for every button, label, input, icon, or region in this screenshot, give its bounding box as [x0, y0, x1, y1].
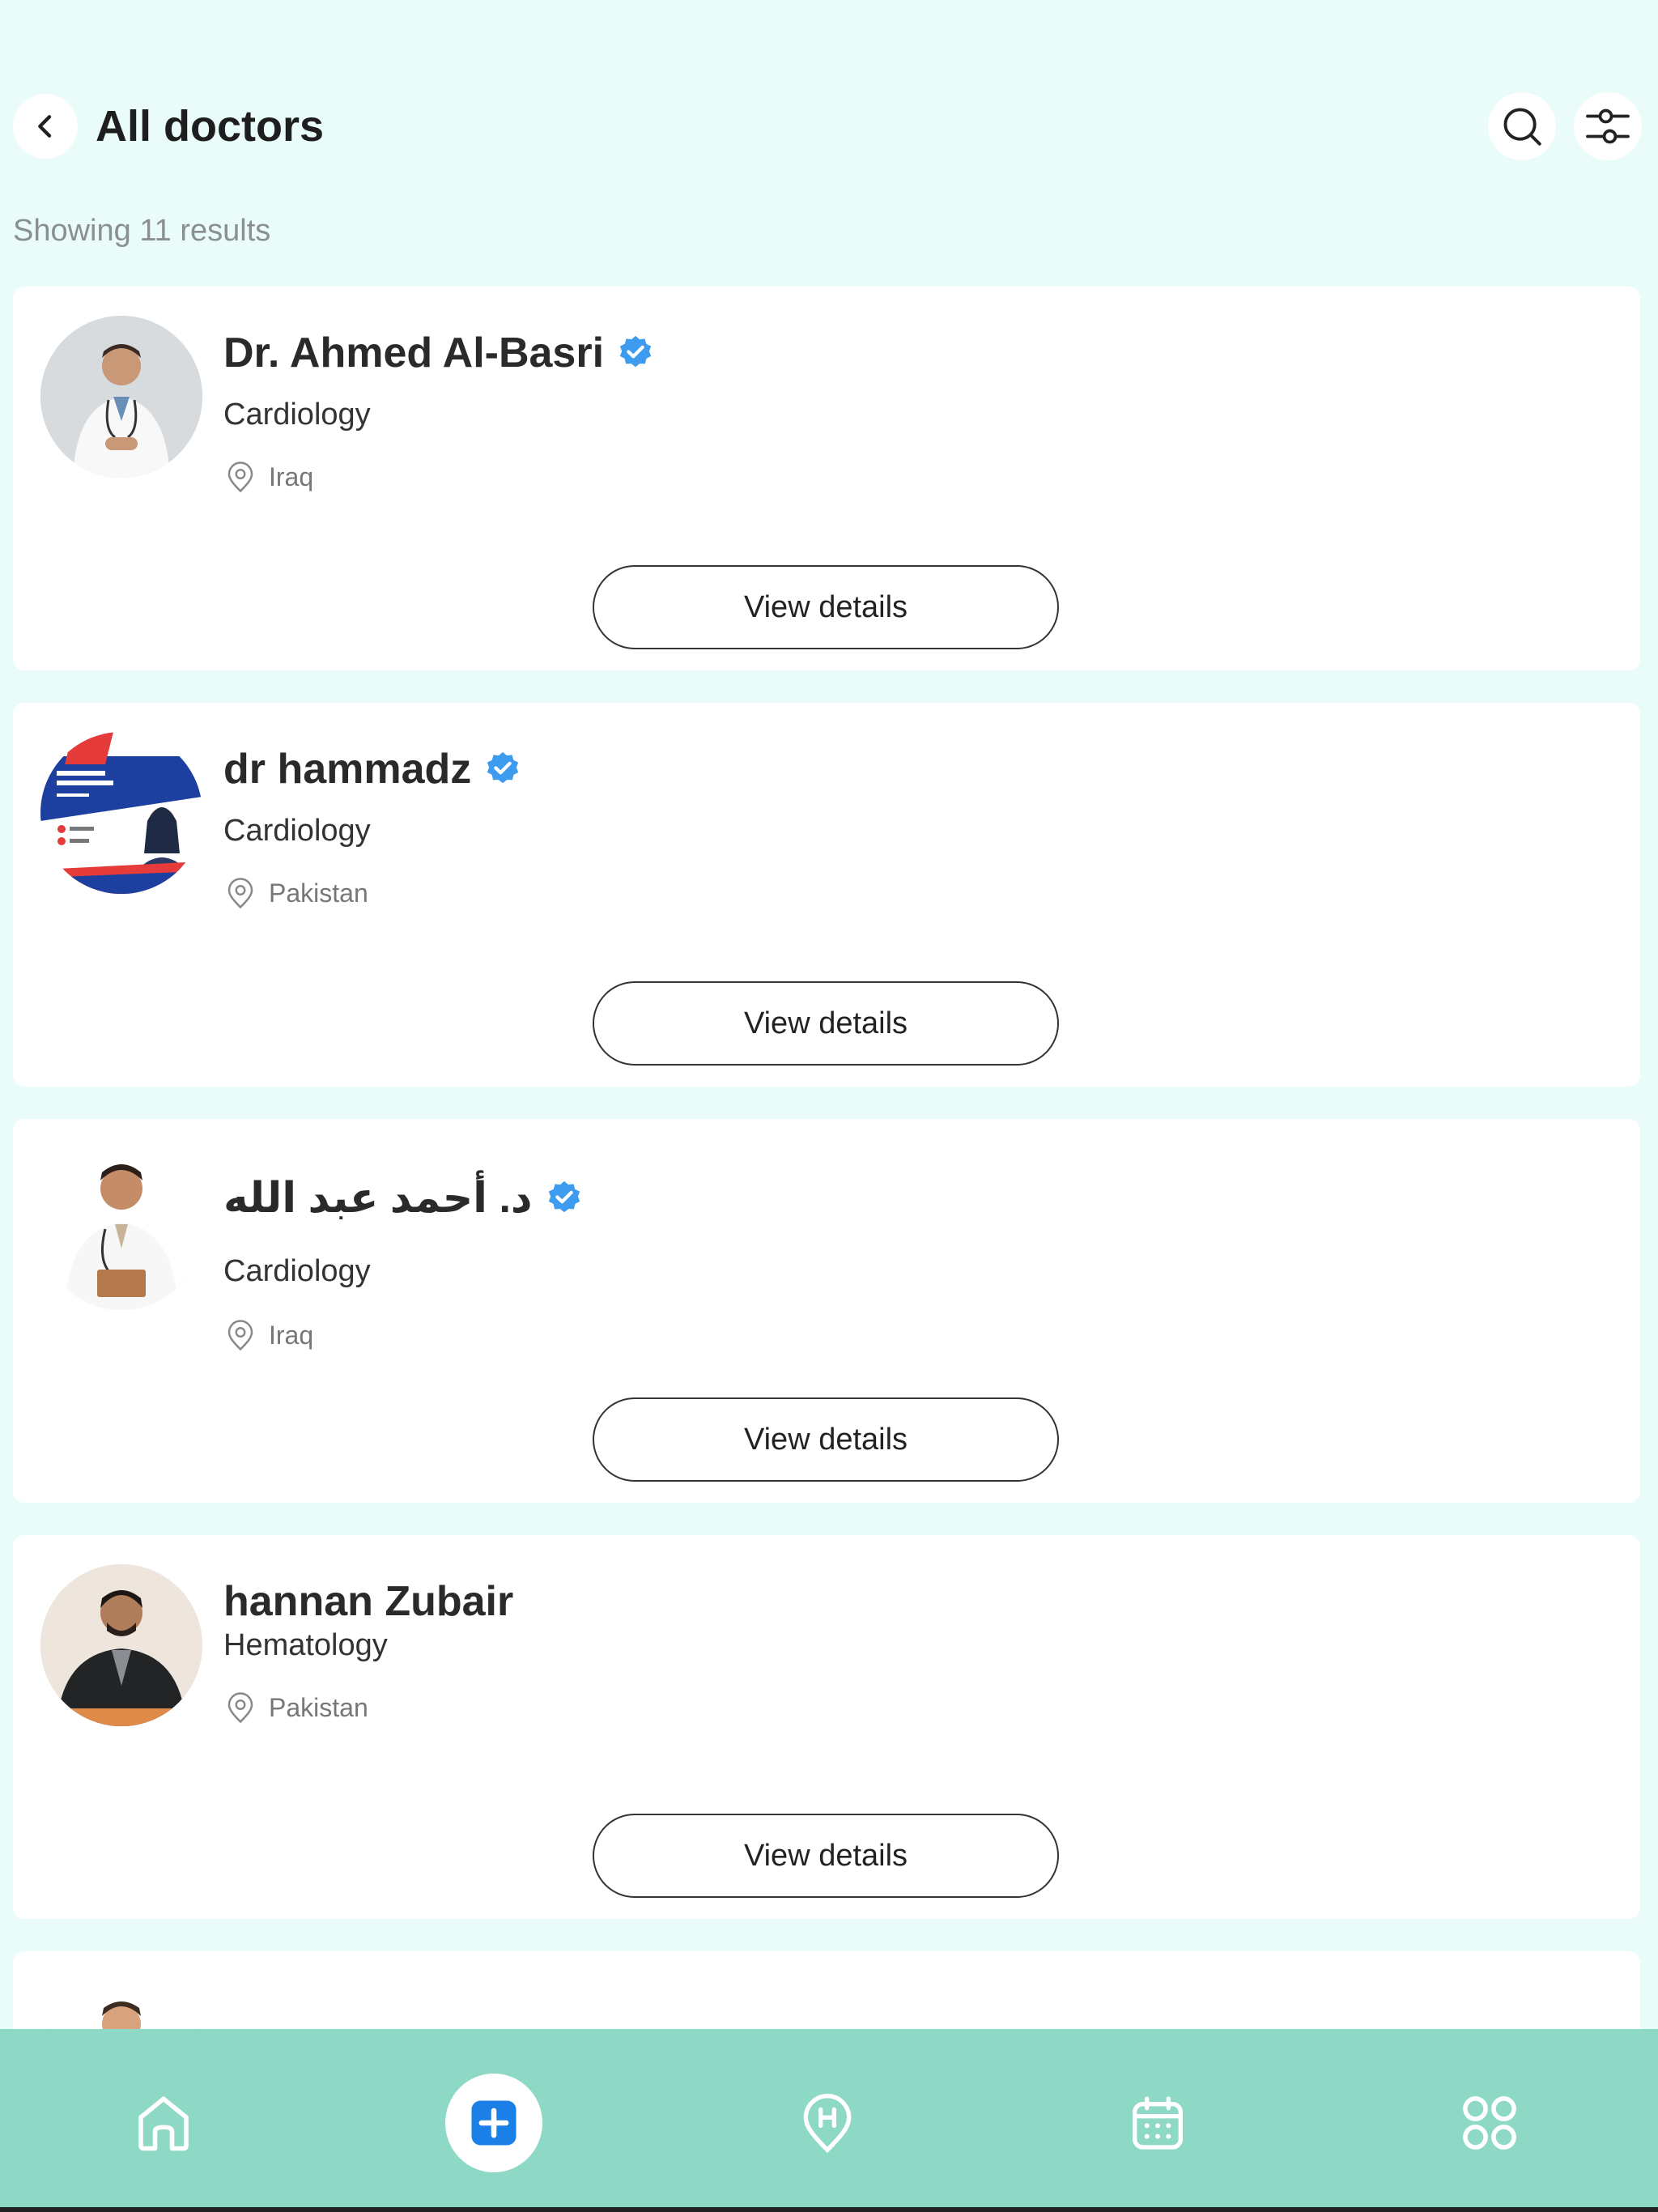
- doctor-name: hannan Zubair: [223, 1576, 513, 1627]
- device-bottom-edge: [0, 2207, 1658, 2212]
- doctor-location: Iraq: [223, 460, 313, 494]
- doctor-card: dr hammadz Cardiology Pakistan View deta…: [13, 703, 1640, 1087]
- search-button[interactable]: [1488, 92, 1556, 160]
- doctor-card: د. أحمد عبد الله Cardiology Iraq View de…: [13, 1119, 1640, 1503]
- filter-button[interactable]: [1574, 92, 1642, 160]
- location-pin-icon: [227, 462, 253, 493]
- doctor-card: hannan Zubair Hematology Pakistan View d…: [13, 1535, 1640, 1919]
- page-title: All doctors: [96, 102, 325, 151]
- results-count: Showing 11 results: [13, 214, 271, 248]
- location-text: Pakistan: [269, 1692, 368, 1722]
- doctor-photo: [40, 1148, 202, 1310]
- verified-badge-icon: [619, 335, 652, 368]
- doctor-specialty: Cardiology: [223, 1254, 371, 1288]
- avatar: [40, 316, 202, 478]
- add-button-circle: [445, 2074, 542, 2172]
- sliders-icon: [1586, 108, 1630, 144]
- more-apps-icon: [1463, 2096, 1516, 2150]
- doctor-specialty: Cardiology: [223, 814, 371, 848]
- doctors-page: All doctors Showing 11 results Dr. Ahmed…: [0, 0, 1658, 2212]
- view-details-button[interactable]: View details: [593, 1814, 1059, 1898]
- doctor-name: د. أحمد عبد الله: [223, 1172, 583, 1224]
- hospital-location-icon: [803, 2094, 852, 2154]
- verified-badge-icon: [487, 751, 519, 784]
- doctor-name-text: Dr. Ahmed Al-Basri: [223, 330, 605, 376]
- doctor-card: Dr. Ahmed Al-Basri Cardiology Iraq View …: [13, 287, 1640, 670]
- doctor-list: Dr. Ahmed Al-Basri Cardiology Iraq View …: [13, 287, 1640, 2081]
- search-icon: [1503, 108, 1541, 146]
- doctor-specialty: Cardiology: [223, 398, 371, 432]
- view-details-button[interactable]: View details: [593, 1397, 1059, 1482]
- calendar-icon: [1133, 2096, 1183, 2150]
- add-appointment-icon: [471, 2100, 517, 2146]
- doctor-location: Iraq: [223, 1318, 313, 1352]
- view-details-button[interactable]: View details: [593, 981, 1059, 1066]
- location-text: Iraq: [269, 1320, 314, 1350]
- view-details-button[interactable]: View details: [593, 565, 1059, 649]
- chevron-left-icon: [38, 115, 52, 138]
- avatar: [40, 1148, 202, 1310]
- location-text: Iraq: [269, 462, 314, 491]
- doctor-location: Pakistan: [223, 876, 368, 910]
- header: All doctors Showing 11 results: [0, 0, 1658, 248]
- back-button[interactable]: [13, 94, 78, 159]
- doctor-name-text: dr hammadz: [223, 746, 472, 793]
- nav-hospitals[interactable]: [779, 2074, 876, 2172]
- doctor-name: dr hammadz: [223, 743, 521, 795]
- avatar: [40, 1564, 202, 1726]
- nav-add-appointment[interactable]: [445, 2074, 542, 2172]
- location-pin-icon: [227, 878, 253, 909]
- doctor-specialty: Hematology: [223, 1628, 388, 1662]
- doctor-photo: [40, 1564, 202, 1726]
- location-pin-icon: [227, 1320, 253, 1351]
- location-pin-icon: [227, 1692, 253, 1724]
- bottom-navigation: [0, 2029, 1658, 2212]
- nav-calendar[interactable]: [1109, 2074, 1206, 2172]
- nav-more[interactable]: [1441, 2074, 1538, 2172]
- verified-badge-icon: [548, 1180, 580, 1213]
- doctor-photo: [40, 732, 202, 894]
- avatar: [40, 732, 202, 894]
- location-text: Pakistan: [269, 878, 368, 908]
- doctor-name: Dr. Ahmed Al-Basri: [223, 327, 654, 379]
- doctor-name-text: hannan Zubair: [223, 1578, 514, 1625]
- nav-home[interactable]: [115, 2074, 212, 2172]
- doctor-photo: [40, 316, 202, 478]
- home-icon: [138, 2096, 189, 2151]
- doctor-location: Pakistan: [223, 1691, 368, 1725]
- doctor-name-text: د. أحمد عبد الله: [223, 1175, 533, 1222]
